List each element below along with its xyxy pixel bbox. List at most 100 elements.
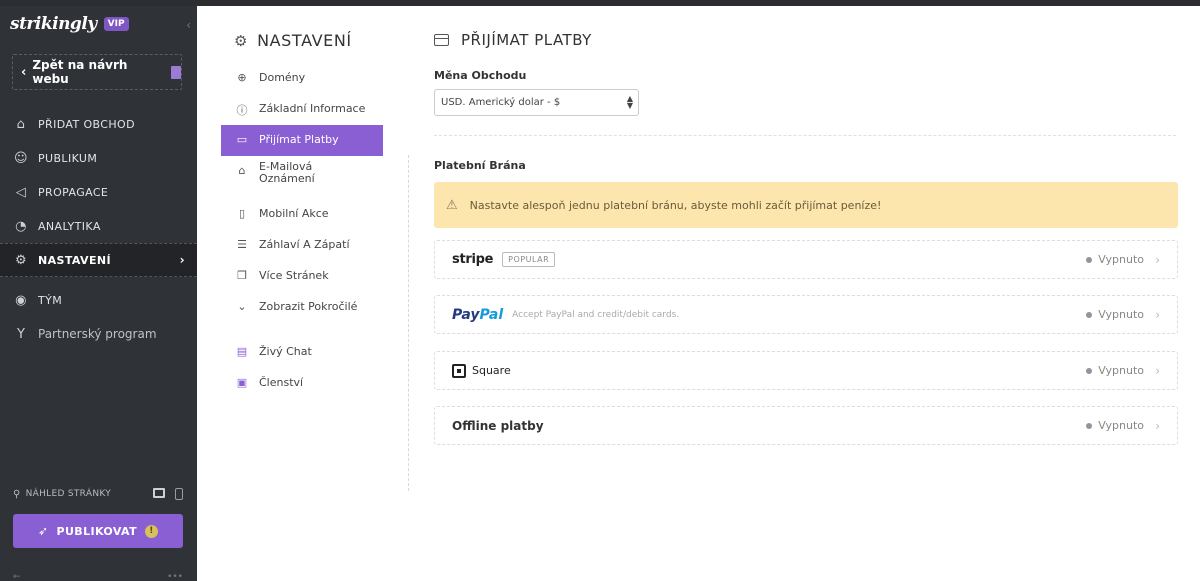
chevron-right-icon: › [1155,307,1160,322]
gear-icon: ⚙ [234,31,249,50]
subnav-item-label: Přijímat Platby [259,133,339,146]
status-dot [1086,311,1093,318]
paypal-logo: PayPal [452,307,503,323]
preview-row: ⚲ NÁHLED STRÁNKY [13,488,183,500]
subnav-title-text: NASTAVENÍ [257,31,352,50]
globe-icon: ⊕ [237,71,247,84]
subnav-item-label: Mobilní Akce [259,207,329,220]
alert-text: Nastavte alespoň jednu platební bránu, a… [469,198,882,212]
subnav-title: ⚙ NASTAVENÍ [234,31,352,50]
subnav-item-label: Základní Informace [259,102,366,115]
pages-icon: ❐ [237,269,247,282]
sidebar-item-label: ANALYTIKA [38,219,101,233]
desktop-icon[interactable] [153,488,165,498]
subnav-divider [408,155,409,491]
collapse-sidebar-icon[interactable]: ‹ [186,18,191,32]
gateway-row-paypal[interactable]: PayPal Accept PayPal and credit/debit ca… [434,295,1178,334]
payment-gateway-label: Platební Brána [434,159,526,172]
status-text: Vypnuto [1098,364,1144,377]
subnav-item-multiple-pages[interactable]: ❐ Více Stránek [221,261,383,292]
subnav-item-label: Zobrazit Pokročilé [259,300,358,313]
chevron-down-icon: ⌄ [237,300,247,313]
sidebar-item-label: Partnerský program [38,327,157,341]
more-icon[interactable]: ••• [167,572,183,581]
subnav-item-live-chat[interactable]: ▤ Živý Chat [221,337,383,368]
gateway-row-stripe[interactable]: stripe POPULAR Vypnuto › [434,240,1178,279]
back-to-editor-button[interactable]: ‹ Zpět na návrh webu [12,54,182,90]
arrow-left-icon[interactable]: ← [13,572,21,581]
mobile-icon[interactable] [175,488,183,500]
subnav-item-label: Členství [259,376,304,389]
subnav-item-label: Živý Chat [259,345,312,358]
currency-select-value: USD. Americký dolar - $ [441,97,561,108]
app-sidebar: strikingly VIP ‹ ‹ Zpět na návrh webu ⌂ … [0,6,197,581]
subnav-item-show-advanced[interactable]: ⌄ Zobrazit Pokročilé [221,292,383,323]
subnav-item-label: Domény [259,71,306,84]
square-label: Square [472,364,511,377]
status-badge: Vypnuto [1086,253,1144,266]
chevron-right-icon: › [1155,363,1160,378]
subnav-item-payments[interactable]: ▭ Přijímat Platby [221,125,383,156]
info-icon: ⓘ [236,104,248,117]
sidebar-item-add-store[interactable]: ⌂ PŘIDAT OBCHOD [0,107,197,141]
subnav-list: ⊕ Domény ⓘ Základní Informace ▭ Přijímat… [221,63,383,399]
publish-button[interactable]: ➶ PUBLIKOVAT ! [13,514,183,548]
square-logo-icon [452,363,466,378]
publish-label: PUBLIKOVAT [56,524,137,538]
chat-icon: ▤ [236,345,248,358]
subnav-item-domains[interactable]: ⊕ Domény [221,63,383,94]
status-dot [1086,256,1093,263]
status-badge: Vypnuto [1086,308,1144,321]
bell-icon: ⌂ [238,164,246,177]
pie-chart-icon: ◔ [15,218,27,234]
paypal-logo-pay: Pay [452,306,480,323]
team-icon: ◉ [15,292,27,308]
strikingly-logo[interactable]: strikingly [10,14,97,34]
sidebar-item-analytics[interactable]: ◔ ANALYTIKA [0,209,197,243]
gateway-row-square[interactable]: Square Vypnuto › [434,351,1178,390]
subnav-item-label: E-Mailová Oznámení [259,160,315,185]
chevron-right-icon: › [179,253,185,267]
section-divider [434,135,1176,136]
membership-icon: ▣ [236,376,248,389]
chevron-right-icon: › [1155,418,1160,433]
status-text: Vypnuto [1098,308,1144,321]
gateway-warning-alert: ⚠ Nastavte alespoň jednu platební bránu,… [434,182,1178,228]
currency-select[interactable]: USD. Americký dolar - $ ▲ ▼ [434,89,639,116]
vip-badge: VIP [103,17,129,31]
status-dot [1086,422,1093,429]
chevron-right-icon: › [1155,252,1160,267]
page-title-text: PŘIJÍMAT PLATBY [461,31,592,49]
mobile-icon: ▯ [238,207,246,220]
sidebar-item-label: NASTAVENÍ [38,253,111,267]
sidebar-item-team[interactable]: ◉ TÝM [0,283,197,317]
paypal-logo-pal: Pal [479,306,504,323]
status-badge: Vypnuto [1086,419,1144,432]
users-icon: ☺ [14,150,28,166]
subnav-item-email-notifications[interactable]: ⌂ E-Mailová Oznámení [221,156,383,199]
payment-card-icon [434,34,449,46]
sidebar-item-audience[interactable]: ☺ PUBLIKUM [0,141,197,175]
subnav-item-basic-info[interactable]: ⓘ Základní Informace [221,94,383,125]
sidebar-item-settings[interactable]: ⚙ NASTAVENÍ › [0,243,197,277]
header-footer-icon: ☰ [237,238,247,251]
sidebar-item-label: PROPAGACE [38,185,109,199]
sidebar-item-label: PŘIDAT OBCHOD [38,117,135,131]
preview-site-link[interactable]: NÁHLED STRÁNKY [26,489,111,499]
gear-icon: ⚙ [14,252,28,268]
subnav-item-mobile-actions[interactable]: ▯ Mobilní Akce [221,199,383,230]
subnav-item-header-footer[interactable]: ☰ Záhlaví A Zápatí [221,230,383,261]
select-arrows-icon: ▲ ▼ [626,94,633,110]
paypal-description: Accept PayPal and credit/debit cards. [512,309,680,320]
payment-card-icon: ▭ [236,133,248,146]
status-text: Vypnuto [1098,253,1144,266]
subnav-item-membership[interactable]: ▣ Členství [221,368,383,399]
sidebar-item-label: PUBLIKUM [38,151,98,165]
sidebar-item-promotion[interactable]: ◁ PROPAGACE [0,175,197,209]
sidebar-bottom-row: ← ••• [13,572,183,581]
sidebar-item-partner-program[interactable]: Y Partnerský program [0,317,197,351]
back-label: Zpět na návrh webu [32,58,128,86]
gateway-row-offline[interactable]: Offline platby Vypnuto › [434,406,1178,445]
chevron-left-icon: ‹ [21,64,27,80]
device-toggle [153,488,183,500]
